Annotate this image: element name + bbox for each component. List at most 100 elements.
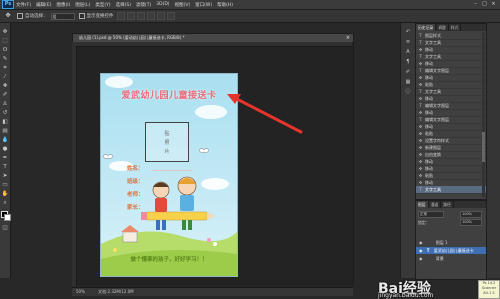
menu-type[interactable]: 类型(Y) <box>95 2 110 8</box>
menu-bar: Ps 文件(F) 编辑(E) 图像(I) 图层(L) 类型(Y) 选择(S) 滤… <box>0 0 500 10</box>
type-tool-icon[interactable]: T <box>1 164 9 171</box>
opacity-input[interactable]: 100% <box>460 211 482 218</box>
status-bar: 50% 文档:2.32M/12.0M <box>72 287 353 296</box>
vertical-ruler <box>72 46 77 286</box>
card-title[interactable]: 爱武幼儿园儿童接送卡 <box>101 88 237 101</box>
menu-3d[interactable]: 3D(D) <box>156 2 169 7</box>
blend-mode-select[interactable]: 正常 <box>418 211 444 218</box>
dodge-tool-icon[interactable]: ● <box>1 146 9 153</box>
menu-layer[interactable]: 图层(L) <box>75 2 90 8</box>
zoom-level[interactable]: 50% <box>72 289 85 294</box>
history-scroll-thumb[interactable] <box>482 132 485 162</box>
zoom-tool-icon[interactable]: ⌕ <box>1 200 9 207</box>
menu-filter[interactable]: 滤镜(T) <box>136 2 151 8</box>
history-item-label: 文字工具 <box>425 40 441 45</box>
close-document-icon[interactable]: × <box>340 34 350 42</box>
background-color-swatch[interactable] <box>4 214 11 221</box>
move-tool-icon: ✥ <box>418 159 423 164</box>
brush-panel-icon[interactable]: ✐ <box>404 69 412 76</box>
move-tool-icon: ✥ <box>418 96 423 101</box>
close-icon[interactable]: × <box>490 1 497 7</box>
swatches-panel-icon[interactable]: ▦ <box>404 79 412 86</box>
character-panel-icon[interactable]: A <box>404 49 412 56</box>
history-item-label: 移动 <box>425 96 433 101</box>
photo-placeholder-box: 贴 照 片 <box>145 122 189 162</box>
fill-input[interactable]: 100% <box>460 219 482 226</box>
align-right-icon[interactable] <box>166 12 175 20</box>
history-item-label: 移动 <box>425 110 433 115</box>
history-item-label: 移动 <box>425 61 433 66</box>
menu-file[interactable]: 文件(F) <box>16 2 31 8</box>
pickup-card-artwork[interactable]: 爱武幼儿园儿童接送卡 贴 照 片 姓名： 班级： 老师： 家长： 做个懂事的孩子… <box>100 73 238 277</box>
visibility-eye-icon[interactable]: ◉ <box>416 256 423 261</box>
healing-brush-tool-icon[interactable]: ✚ <box>1 83 9 90</box>
path-select-tool-icon[interactable]: ➤ <box>1 173 9 180</box>
minimize-icon[interactable]: – <box>472 1 479 7</box>
menu-help[interactable]: 帮助(H) <box>217 2 233 8</box>
gradient-tool-icon[interactable]: ▤ <box>1 128 9 135</box>
history-brush-tool-icon[interactable]: ↺ <box>1 110 9 117</box>
hand-tool-icon[interactable]: ✋ <box>1 191 9 198</box>
layer-row[interactable]: ◉ T 爱武幼儿园儿童接送卡 <box>416 247 486 254</box>
move-tool-icon[interactable]: ✥ <box>3 12 13 20</box>
tab-adjustments[interactable]: 调整 <box>436 24 449 31</box>
marquee-tool-icon[interactable]: ⬚ <box>1 38 9 45</box>
auto-select-checkbox[interactable] <box>17 13 23 19</box>
eyedropper-tool-icon[interactable]: ⁄ <box>1 74 9 81</box>
menu-image[interactable]: 图像(I) <box>56 2 70 8</box>
auto-select-dropdown[interactable]: 组 <box>50 12 75 20</box>
maximize-icon[interactable]: □ <box>481 1 488 7</box>
tab-channels[interactable]: 通道 <box>428 201 442 208</box>
tab-layers[interactable]: 图层 <box>416 201 429 208</box>
visibility-eye-icon[interactable]: ◉ <box>416 240 423 245</box>
blur-tool-icon[interactable]: 💧 <box>1 137 9 144</box>
brush-tool-icon[interactable]: ✐ <box>1 92 9 99</box>
tab-styles[interactable]: 样式 <box>448 24 462 31</box>
move-tool-icon: ✥ <box>418 145 423 150</box>
move-tool-icon: ✥ <box>418 75 423 80</box>
align-left-icon[interactable] <box>146 12 155 20</box>
quick-mask-icon[interactable]: ◫ <box>1 225 9 232</box>
menu-view[interactable]: 视图(V) <box>175 2 191 8</box>
history-item-label: 图层样式 <box>425 33 441 38</box>
shape-tool-icon[interactable]: ▭ <box>1 182 9 189</box>
visibility-eye-icon[interactable]: ◉ <box>416 248 423 253</box>
history-item-label: 移动 <box>425 159 433 164</box>
layer-row[interactable]: ◉ 背景 <box>416 255 486 262</box>
history-item-label: 编辑文字图层 <box>425 103 449 108</box>
type-tool-icon: T <box>419 103 422 108</box>
history-panel: 历史记录 调整 样式 T 图层样式 T 文字工具 ✥ 移动 T 文字工具 ✥ 移动 T 编辑文字图层 ✥… <box>415 23 487 200</box>
pen-tool-icon[interactable]: ✒ <box>1 155 9 162</box>
eraser-tool-icon[interactable]: ◧ <box>1 119 9 126</box>
card-background <box>101 74 237 276</box>
paragraph-panel-icon[interactable]: ¶ <box>404 59 412 66</box>
history-scrollbar[interactable] <box>482 32 485 197</box>
field-name-line <box>153 170 193 171</box>
menu-select[interactable]: 选择(S) <box>116 2 131 8</box>
history-panel-icon[interactable]: ↶ <box>404 29 412 36</box>
align-bottom-icon[interactable] <box>136 12 145 20</box>
crop-tool-icon[interactable]: ⌗ <box>1 65 9 72</box>
history-item[interactable]: T 文字工具 <box>416 186 486 194</box>
history-item-label: 文字工具 <box>425 54 441 59</box>
lasso-tool-icon[interactable]: ʘ <box>1 47 9 54</box>
info-panel-icon[interactable]: ⓘ <box>404 89 412 96</box>
history-panel-tabs: 历史记录 调整 样式 <box>416 24 486 31</box>
move-tool-icon[interactable]: ✥ <box>1 29 9 36</box>
watermark-box-line-3: 84.1 S <box>483 291 495 295</box>
align-middle-icon[interactable] <box>126 12 135 20</box>
quick-select-tool-icon[interactable]: ✎ <box>1 56 9 63</box>
show-transform-checkbox[interactable] <box>78 13 85 19</box>
layer-row[interactable]: ◉ 图层 1 <box>416 239 486 246</box>
tab-paths[interactable]: 路径 <box>441 201 454 208</box>
align-top-icon[interactable] <box>116 12 125 20</box>
clone-stamp-tool-icon[interactable]: ♙ <box>1 101 9 108</box>
properties-panel-icon[interactable]: ≡ <box>404 39 412 46</box>
history-item-label: 文字工具 <box>425 187 441 192</box>
tab-history[interactable]: 历史记录 <box>416 24 437 31</box>
photo-text-2: 照 <box>164 140 170 146</box>
menu-edit[interactable]: 编辑(E) <box>36 2 51 8</box>
menu-window[interactable]: 窗口(W) <box>195 2 212 8</box>
history-item-label: 新建图层 <box>425 145 441 150</box>
align-center-icon[interactable] <box>156 12 165 20</box>
